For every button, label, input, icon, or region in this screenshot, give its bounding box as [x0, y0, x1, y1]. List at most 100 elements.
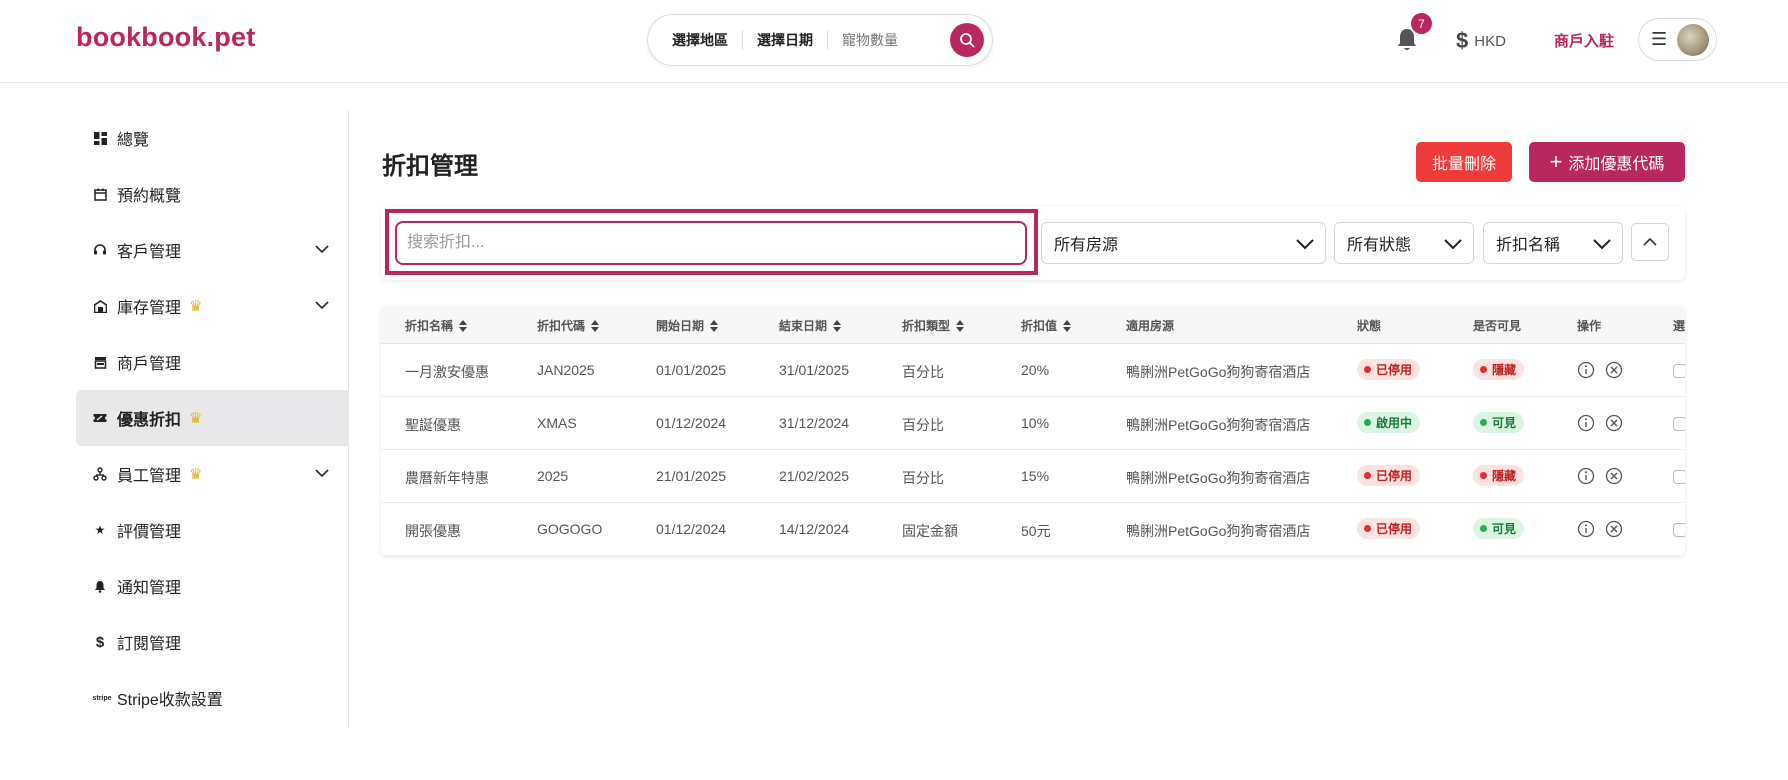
warehouse-icon	[93, 299, 107, 313]
search-icon	[960, 33, 975, 48]
sidebar-item-notifications[interactable]: 通知管理	[76, 558, 349, 614]
cell-type: 百分比	[902, 364, 944, 380]
cell-name: 開張優惠	[405, 523, 461, 539]
user-menu-button[interactable]: ☰	[1638, 18, 1717, 61]
cell-listing: 鴨脷洲PetGoGo狗狗寄宿酒店	[1126, 470, 1311, 486]
cell-end-date: 21/02/2025	[779, 468, 850, 484]
sidebar-item-reviews[interactable]: ★ 評價管理	[76, 502, 349, 558]
cell-code: JAN2025	[537, 362, 595, 378]
column-header-name[interactable]: 折扣名稱	[405, 317, 468, 334]
disable-icon[interactable]	[1605, 467, 1623, 485]
visibility-badge: 隱藏	[1473, 465, 1525, 486]
cell-type: 固定金額	[902, 523, 958, 539]
sidebar-item-inventory[interactable]: 庫存管理 ♛	[76, 278, 349, 334]
sidebar: 總覽 預約概覽 客戶管理 庫存管理 ♛ 商戶管理 優惠折扣 ♛ 員工管理 ♛ ★…	[76, 110, 349, 728]
sidebar-item-overview[interactable]: 總覽	[76, 110, 349, 166]
disable-icon[interactable]	[1605, 414, 1623, 432]
column-header-end-date[interactable]: 結束日期	[779, 317, 842, 334]
status-badge: 已停用	[1357, 518, 1421, 539]
crown-icon: ♛	[189, 298, 203, 315]
logo[interactable]: bookbook.pet	[76, 22, 255, 53]
sort-icon	[956, 319, 965, 332]
row-checkbox[interactable]	[1673, 523, 1685, 537]
column-header-status: 狀態	[1357, 319, 1382, 333]
discount-search-input[interactable]	[395, 221, 1027, 265]
region-selector[interactable]: 選擇地區	[648, 30, 742, 50]
table-row[interactable]: 農曆新年特惠 2025 21/01/2025 21/02/2025 百分比 15% 鴨脷洲P…	[381, 450, 1685, 503]
star-icon: ★	[94, 523, 106, 537]
menu-icon: ☰	[1651, 29, 1668, 49]
sidebar-item-label: 庫存管理	[117, 300, 182, 317]
dollar-icon: $	[95, 633, 105, 651]
cell-code: XMAS	[537, 415, 577, 431]
row-checkbox[interactable]	[1673, 417, 1685, 431]
cell-end-date: 31/12/2024	[779, 415, 850, 431]
chevron-down-icon[interactable]	[313, 296, 331, 314]
sort-direction-button[interactable]	[1631, 223, 1669, 261]
chevron-down-icon	[1444, 239, 1462, 250]
row-checkbox[interactable]	[1673, 364, 1685, 378]
status-badge: 啟用中	[1357, 412, 1421, 433]
info-icon[interactable]	[1577, 520, 1595, 538]
disable-icon[interactable]	[1605, 361, 1623, 379]
sidebar-item-bookings[interactable]: 預約概覽	[76, 166, 349, 222]
sidebar-item-merchant[interactable]: 商戶管理	[76, 334, 349, 390]
sort-icon	[1063, 319, 1072, 332]
column-header-start-date[interactable]: 開始日期	[656, 317, 719, 334]
ticket-icon	[93, 411, 107, 425]
column-header-code[interactable]: 折扣代碼	[537, 317, 600, 334]
sort-field-select[interactable]: 折扣名稱	[1483, 222, 1623, 264]
search-button[interactable]	[950, 23, 984, 57]
info-icon[interactable]	[1577, 361, 1595, 379]
search-bar[interactable]: 選擇地區 選擇日期 寵物數量	[647, 14, 993, 66]
chevron-up-icon	[1643, 237, 1657, 246]
page-title: 折扣管理	[382, 153, 478, 180]
sidebar-item-label: 客戶管理	[117, 244, 182, 261]
cell-name: 一月激安優惠	[405, 364, 489, 380]
table-row[interactable]: 一月激安優惠 JAN2025 01/01/2025 31/01/2025 百分比 20% 鴨…	[381, 344, 1685, 397]
table-row[interactable]: 聖誕優惠 XMAS 01/12/2024 31/12/2024 百分比 10% 鴨脷洲Pet…	[381, 397, 1685, 450]
info-icon[interactable]	[1577, 467, 1595, 485]
currency-selector[interactable]: $ HKD	[1456, 28, 1506, 54]
sidebar-item-stripe[interactable]: stripe Stripe收款設置	[76, 670, 349, 726]
status-filter-select[interactable]: 所有狀態	[1334, 222, 1474, 264]
bulk-delete-button[interactable]: 批量刪除	[1416, 142, 1512, 182]
cell-name: 農曆新年特惠	[405, 470, 489, 486]
add-coupon-label: 添加優惠代碼	[1568, 156, 1665, 173]
chevron-down-icon	[1593, 239, 1611, 250]
disable-icon[interactable]	[1605, 520, 1623, 538]
sidebar-item-customers[interactable]: 客戶管理	[76, 222, 349, 278]
listing-filter-select[interactable]: 所有房源	[1041, 222, 1326, 264]
date-selector[interactable]: 選擇日期	[743, 30, 827, 50]
chevron-down-icon[interactable]	[313, 240, 331, 258]
sidebar-item-label: 評價管理	[117, 524, 182, 541]
cell-listing: 鴨脷洲PetGoGo狗狗寄宿酒店	[1126, 364, 1311, 380]
merchant-signup-link[interactable]: 商戶入駐	[1554, 30, 1614, 51]
sort-icon	[833, 319, 842, 332]
row-checkbox[interactable]	[1673, 470, 1685, 484]
listing-filter-value: 所有房源	[1054, 237, 1119, 254]
sidebar-item-discounts[interactable]: 優惠折扣 ♛	[76, 390, 349, 446]
column-header-type[interactable]: 折扣類型	[902, 317, 965, 334]
sort-icon	[591, 319, 600, 332]
chevron-down-icon[interactable]	[313, 464, 331, 482]
sidebar-item-staff[interactable]: 員工管理 ♛	[76, 446, 349, 502]
cell-value: 50元	[1021, 523, 1051, 539]
cell-start-date: 01/12/2024	[656, 415, 727, 431]
sidebar-item-label: 訂閱管理	[117, 636, 182, 653]
info-icon[interactable]	[1577, 414, 1595, 432]
table-row[interactable]: 開張優惠 GOGOGO 01/12/2024 14/12/2024 固定金額 50元 鴨脷洲…	[381, 503, 1685, 556]
column-header-actions: 操作	[1577, 319, 1602, 333]
sort-field-value: 折扣名稱	[1496, 237, 1561, 254]
column-header-value[interactable]: 折扣值	[1021, 317, 1072, 334]
sidebar-item-subscriptions[interactable]: $ 訂閱管理	[76, 614, 349, 670]
sidebar-item-label: 商戶管理	[117, 356, 182, 373]
add-coupon-button[interactable]: + 添加優惠代碼	[1529, 142, 1685, 182]
sidebar-item-label: 通知管理	[117, 580, 182, 597]
cell-value: 15%	[1021, 468, 1050, 484]
crown-icon: ♛	[189, 466, 203, 483]
calendar-icon	[93, 187, 107, 201]
pet-count-selector[interactable]: 寵物數量	[828, 30, 912, 50]
crown-icon: ♛	[189, 410, 203, 427]
cell-code: 2025	[537, 468, 569, 484]
